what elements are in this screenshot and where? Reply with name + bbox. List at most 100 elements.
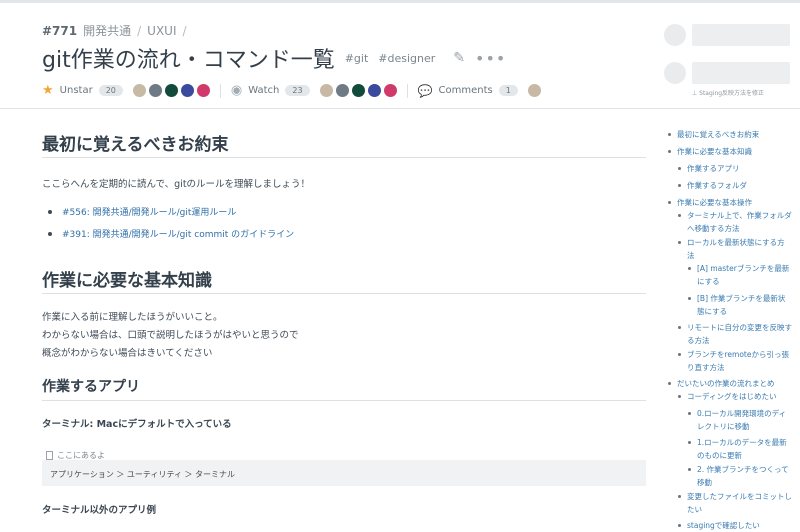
avatar[interactable] [335,84,349,97]
avatar[interactable] [148,84,162,97]
toc-item[interactable]: [A] masterブランチを最新にする [688,262,792,288]
knowledge-line-2: わからない場合は、口頭で説明したほうがはやいと思うので [42,330,299,341]
divider [406,83,408,98]
heading-terminal: ターミナル: Macにデフォルトで入っている [42,419,232,430]
toc-item-label[interactable]: 2. 作業ブランチをつくって移動 [697,463,792,489]
comment-avatars [527,84,541,97]
pencil-icon[interactable]: ✎ [453,50,465,66]
toc-item[interactable]: [B] 作業ブランチを最新状態にする [688,292,792,318]
breadcrumb-separator: / [137,23,142,38]
comment-icon[interactable]: 💬 [418,84,433,98]
breadcrumb-project[interactable]: 開発共通 [83,22,131,39]
toc-item[interactable]: 0.ローカル開発環境のディレクトリに移動 [688,407,792,433]
toc-item[interactable]: ローカルを最新状態にする方法 [678,236,792,262]
tag-git[interactable]: #git [345,52,369,65]
toc-item-label[interactable]: 作業するアプリ [687,162,740,175]
toc-item[interactable]: 最初に覚えるべきお約束 [668,128,792,141]
bullet-dot [688,412,691,415]
toc-item-label[interactable]: ターミナル上で、作業フォルダへ移動する方法 [687,209,792,235]
avatar[interactable] [367,84,381,97]
toc-item[interactable]: ブランチをremoteから引っ張り直す方法 [678,348,792,374]
avatar [664,24,686,46]
toc-item[interactable]: ターミナル上で、作業フォルダへ移動する方法 [678,209,792,235]
author-placeholder [692,24,790,46]
toc-item[interactable]: 作業に必要な基本操作 [668,196,792,209]
eye-icon[interactable]: ◉ [231,83,242,98]
post-meta: ★ Unstar 20 ◉ Watch 23 💬 Comments 1 [42,83,541,98]
toc-item-label[interactable]: 作業に必要な基本知識 [677,145,752,158]
intro-text: ここらへんを定期的に読んで、gitのルールを理解しましょう！ [42,179,311,190]
bullet-dot [668,201,671,204]
star-icon[interactable]: ★ [42,83,54,98]
avatar[interactable] [180,84,194,97]
divider [219,83,221,98]
bullet-dot [678,524,681,527]
toc-item[interactable]: 2. 作業ブランチをつくって移動 [688,463,792,489]
comments-link[interactable]: Comments [439,85,493,96]
bullet-dot [678,241,681,244]
toc-item-label[interactable]: 0.ローカル開発環境のディレクトリに移動 [697,407,792,433]
watch-count: 23 [285,85,310,96]
toc-item[interactable]: 作業に必要な基本知識 [668,145,792,158]
avatar[interactable] [164,84,178,97]
list-item: #556: 開発共通/開発ルール/git運用ルール [48,205,236,218]
heading-other-apps: ターミナル以外のアプリ例 [42,505,157,516]
heading-app: 作業するアプリ [42,379,140,395]
code-block: アプリケーション ＞ ユーティリティ ＞ ターミナル [42,460,646,486]
heading-knowledge: 作業に必要な基本知識 [42,271,212,291]
toc-item-label[interactable]: リモートに自分の変更を反映する方法 [687,321,792,347]
avatar[interactable] [132,84,146,97]
watch-button[interactable]: Watch [248,85,279,96]
bullet-dot [668,133,671,136]
star-avatars [132,84,210,97]
heading-underline [42,400,646,401]
avatar[interactable] [319,84,333,97]
avatar[interactable] [527,84,541,97]
page-title: git作業の流れ・コマンド一覧 [42,48,335,73]
bullet-dot [678,214,681,217]
post-number[interactable]: #771 [42,24,77,38]
bullet-dot [678,353,681,356]
more-options-icon[interactable]: ••• [475,49,506,68]
toc-item-label[interactable]: 作業に必要な基本操作 [677,196,752,209]
link-commit-guide[interactable]: #391: 開発共通/開発ルール/git commit のガイドライン [62,227,294,240]
list-item: #391: 開発共通/開発ルール/git commit のガイドライン [48,227,294,240]
avatar[interactable] [383,84,397,97]
bullet-dot [678,167,681,170]
toc-item[interactable]: コーディングをはじめたい [678,390,792,403]
toc-item-label[interactable]: 作業するフォルダ [687,179,747,192]
heading-promise: 最初に覚えるべきお約束 [42,135,229,155]
comments-count: 1 [498,85,518,96]
toc-item[interactable]: 1.ローカルのデータを最新のものに更新 [688,436,792,462]
toc-item[interactable]: リモートに自分の変更を反映する方法 [678,321,792,347]
toc-item[interactable]: 変更したファイルをコミットしたい [678,490,792,516]
toc-item[interactable]: stagingで確認したい [678,519,792,532]
avatar[interactable] [351,84,365,97]
top-border [0,0,800,3]
unstar-button[interactable]: Unstar [60,85,93,96]
toc-item[interactable]: 作業するアプリ [678,162,792,175]
toc-item-label[interactable]: 変更したファイルをコミットしたい [687,490,792,516]
toc-item-label[interactable]: 最初に覚えるべきお約束 [677,128,759,141]
table-of-contents: 最初に覚えるべきお約束 作業に必要な基本知識 作業するアプリ 作業するフォルダ 作業に必… [668,128,792,532]
toc-item-label[interactable]: ブランチをremoteから引っ張り直す方法 [687,348,792,374]
avatar[interactable] [196,84,210,97]
revision-note[interactable]: ⊥ Staging反映方法を修正 [692,88,764,97]
toc-item-label[interactable]: ローカルを最新状態にする方法 [687,236,792,262]
breadcrumb-separator: / [182,23,187,38]
toc-item[interactable]: 作業するフォルダ [678,179,792,192]
bullet-dot [688,441,691,444]
toc-item-label[interactable]: だいたいの作業の流れまとめ [677,377,775,390]
knowledge-line-3: 概念がわからない場合はきいてください [42,348,213,359]
toc-item-label[interactable]: [A] masterブランチを最新にする [697,262,792,288]
toc-item-label[interactable]: コーディングをはじめたい [687,390,776,403]
header-divider [0,108,800,109]
tag-designer[interactable]: #designer [378,52,435,65]
toc-item[interactable]: だいたいの作業の流れまとめ [668,377,792,390]
toc-item-label[interactable]: 1.ローカルのデータを最新のものに更新 [697,436,792,462]
breadcrumb-category[interactable]: UXUI [147,24,176,38]
toc-item-label[interactable]: stagingで確認したい [687,519,760,532]
toc-item-label[interactable]: [B] 作業ブランチを最新状態にする [697,292,792,318]
link-git-rules[interactable]: #556: 開発共通/開発ルール/git運用ルール [62,205,236,218]
bullet-dot [678,495,681,498]
